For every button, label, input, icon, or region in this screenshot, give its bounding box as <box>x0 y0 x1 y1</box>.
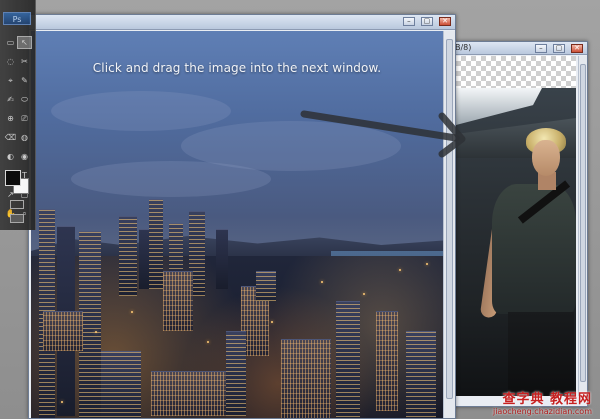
foreground-color-swatch[interactable] <box>5 170 21 186</box>
tool-button-3[interactable]: ◌ <box>4 56 17 67</box>
screen-mode-button[interactable] <box>10 214 24 223</box>
tool-button-2[interactable]: ↖ <box>17 36 32 49</box>
document-window-main[interactable]: – ▢ ✕ Click and drag the image into the … <box>28 14 456 419</box>
photo-cloud <box>51 91 231 131</box>
tool-button-11[interactable]: ⌫ <box>4 132 17 143</box>
photo-building <box>149 199 163 289</box>
quick-mask-button[interactable] <box>10 200 24 209</box>
photo-light <box>95 331 97 333</box>
photo-light <box>271 321 273 323</box>
document-window-second[interactable]: B/8) – ▢ ✕ <box>445 41 588 407</box>
photo-light <box>321 281 323 283</box>
photo-building <box>43 311 83 351</box>
photo-light <box>363 293 365 295</box>
tool-button-10[interactable]: ⎚ <box>18 113 31 124</box>
site-watermark: 查字典 教程网 jiaocheng.chazidian.com <box>493 388 592 416</box>
photo-building <box>336 301 360 418</box>
maximize-button[interactable]: ▢ <box>420 17 433 26</box>
photo-face <box>532 140 560 176</box>
document-titlebar-main[interactable]: – ▢ ✕ <box>29 15 455 30</box>
photoshop-logo: Ps <box>3 12 31 25</box>
photo-light <box>61 401 63 403</box>
drag-arrow-icon <box>300 110 466 158</box>
photo-building <box>163 271 193 331</box>
photo-light <box>131 311 133 313</box>
scrollbar-thumb-main[interactable] <box>446 39 453 399</box>
photo-light <box>207 341 209 343</box>
watermark-title: 查字典 教程网 <box>502 392 592 407</box>
tool-button-13[interactable]: ◐ <box>4 151 17 162</box>
instruction-text: Click and drag the image into the next w… <box>92 61 382 75</box>
tool-button-5[interactable]: ⌖ <box>4 75 17 86</box>
photo-light <box>399 269 401 271</box>
photo-building <box>406 331 436 418</box>
photo-cloud <box>71 161 271 197</box>
photo-building <box>139 229 149 289</box>
tool-button-9[interactable]: ⊕ <box>4 113 17 124</box>
tool-button-12[interactable]: ◍ <box>18 132 31 143</box>
photo-building <box>256 271 276 301</box>
close-button[interactable]: ✕ <box>571 44 583 53</box>
tool-button-4[interactable]: ✂ <box>18 56 31 67</box>
scrollbar-thumb-second[interactable] <box>580 64 586 382</box>
tool-button-7[interactable]: ✍ <box>4 94 17 105</box>
photo-building <box>101 351 141 418</box>
seattle-photo-canvas[interactable]: Click and drag the image into the next w… <box>31 31 443 418</box>
photo-building <box>281 339 331 418</box>
minimize-button[interactable]: – <box>534 44 547 53</box>
tool-button-14[interactable]: ◉ <box>18 151 31 162</box>
photo-light <box>426 263 428 265</box>
minimize-button[interactable]: – <box>402 17 415 26</box>
watermark-url: jiaocheng.chazidian.com <box>492 407 592 416</box>
vertical-scrollbar-main[interactable] <box>443 31 455 418</box>
document-titlebar-second[interactable]: B/8) – ▢ ✕ <box>446 42 587 55</box>
photo-building <box>151 371 231 416</box>
tool-button-8[interactable]: ⬭ <box>18 94 31 105</box>
tool-button-6[interactable]: ✎ <box>18 75 31 86</box>
tools-panel: Ps ▭↖◌✂⌖✎✍⬭⊕⎚⌫◍◐◉✒T↗▢✋⌕ <box>0 0 36 230</box>
transparency-checkerboard <box>456 56 576 88</box>
photo-building <box>216 229 228 289</box>
vertical-scrollbar-second[interactable] <box>578 56 587 396</box>
photo-pants <box>508 312 574 396</box>
close-button[interactable]: ✕ <box>439 17 451 26</box>
document-title-second: B/8) <box>455 43 472 52</box>
maximize-button[interactable]: ▢ <box>552 44 565 53</box>
photo-building <box>226 331 246 416</box>
photo-building <box>376 311 398 411</box>
photo-building <box>119 216 137 296</box>
tool-button-1[interactable]: ▭ <box>4 37 17 48</box>
